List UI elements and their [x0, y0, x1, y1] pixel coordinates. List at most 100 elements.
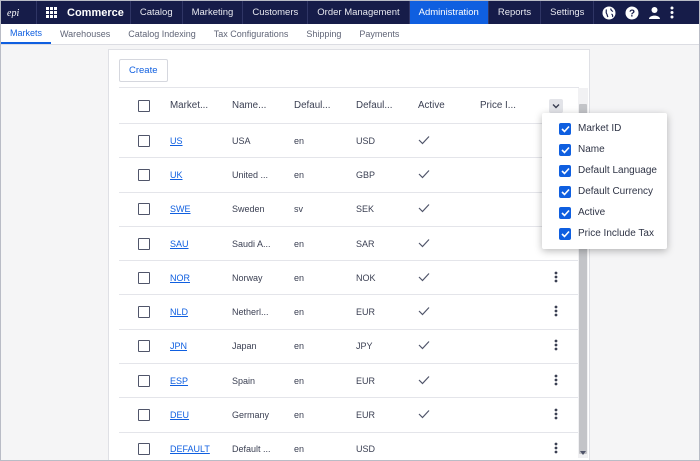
nav-item-settings[interactable]: Settings: [541, 1, 595, 24]
nav-item-administration[interactable]: Administration: [409, 1, 489, 24]
row-select-checkbox[interactable]: [138, 443, 150, 456]
tab-markets[interactable]: Markets: [1, 24, 52, 44]
column-chooser-option[interactable]: Active: [542, 202, 667, 223]
checkmark-icon: [418, 375, 430, 387]
tab-tax-configurations[interactable]: Tax Configurations: [205, 24, 298, 44]
help-icon[interactable]: ?: [625, 6, 639, 20]
nav-item-marketing[interactable]: Marketing: [183, 1, 244, 24]
default-currency-cell: USD: [356, 135, 376, 146]
nav-item-reports[interactable]: Reports: [489, 1, 542, 24]
price-include-tax-cell: [480, 193, 526, 226]
checkbox-checked-icon[interactable]: [559, 227, 571, 240]
checkmark-icon: [418, 238, 430, 250]
column-header-active[interactable]: Active: [418, 88, 468, 123]
default-currency-cell: USD: [356, 444, 376, 455]
row-select-checkbox[interactable]: [138, 306, 150, 319]
column-chooser-option[interactable]: Market ID: [542, 118, 667, 139]
nav-item-catalog[interactable]: Catalog: [131, 1, 183, 24]
price-include-tax-cell: [480, 398, 526, 431]
table-row[interactable]: US USA en USD: [119, 124, 579, 159]
checkbox-checked-icon[interactable]: [559, 206, 571, 219]
market-id-link[interactable]: UK: [170, 170, 183, 180]
market-id-link[interactable]: JPN: [170, 341, 187, 351]
column-chooser-option[interactable]: Price Include Tax: [542, 223, 667, 244]
column-header-price-include-tax[interactable]: Price I...: [480, 88, 526, 123]
row-actions-more-icon[interactable]: [554, 374, 558, 388]
svg-text:?: ?: [629, 8, 635, 19]
row-select-checkbox[interactable]: [138, 409, 150, 422]
table-row[interactable]: ESP Spain en EUR: [119, 364, 579, 399]
table-row[interactable]: JPN Japan en JPY: [119, 330, 579, 365]
user-icon[interactable]: [648, 6, 661, 19]
market-id-link[interactable]: DEFAULT: [170, 444, 210, 454]
tab-catalog-indexing[interactable]: Catalog Indexing: [119, 24, 205, 44]
table-row[interactable]: SWE Sweden sv SEK: [119, 193, 579, 227]
tab-payments[interactable]: Payments: [350, 24, 408, 44]
row-actions-more-icon[interactable]: [554, 305, 558, 319]
more-vertical-icon[interactable]: [670, 6, 674, 19]
price-include-tax-cell: [480, 364, 526, 397]
markets-grid: Market... Name... Defaul... Defaul... Ac…: [119, 87, 579, 460]
market-id-link[interactable]: ESP: [170, 376, 188, 386]
default-language-cell: en: [294, 341, 305, 352]
sub-navigation: Markets Warehouses Catalog Indexing Tax …: [1, 24, 699, 45]
column-header-market-id[interactable]: Market...: [170, 88, 216, 123]
active-cell: [418, 227, 468, 260]
row-select-checkbox[interactable]: [138, 271, 150, 284]
epi-logo-icon[interactable]: epi: [1, 1, 37, 24]
checkbox-checked-icon[interactable]: [559, 143, 571, 156]
select-all-checkbox[interactable]: [138, 99, 150, 112]
row-select-checkbox[interactable]: [138, 134, 150, 147]
default-currency-cell: NOK: [356, 272, 376, 283]
row-select-checkbox[interactable]: [138, 237, 150, 250]
checkbox-checked-icon[interactable]: [559, 122, 571, 135]
default-language-cell: en: [294, 169, 305, 180]
default-language-cell: en: [294, 238, 305, 249]
default-currency-cell: GBP: [356, 169, 376, 180]
market-id-link[interactable]: SAU: [170, 239, 189, 249]
row-actions-more-icon[interactable]: [554, 442, 558, 456]
active-cell: [418, 433, 468, 460]
market-id-link[interactable]: SWE: [170, 204, 191, 214]
market-id-link[interactable]: US: [170, 136, 183, 146]
active-cell: [418, 124, 468, 157]
row-select-checkbox[interactable]: [138, 374, 150, 387]
market-id-link[interactable]: DEU: [170, 410, 189, 420]
tab-warehouses[interactable]: Warehouses: [51, 24, 119, 44]
price-include-tax-cell: [480, 158, 526, 191]
table-row[interactable]: DEU Germany en EUR: [119, 398, 579, 433]
row-select-checkbox[interactable]: [138, 203, 150, 216]
table-row[interactable]: NLD Netherl... en EUR: [119, 295, 579, 330]
column-header-name[interactable]: Name...: [232, 88, 276, 123]
row-select-checkbox[interactable]: [138, 168, 150, 181]
tab-shipping[interactable]: Shipping: [297, 24, 350, 44]
column-header-default-language[interactable]: Defaul...: [294, 88, 338, 123]
scroll-down-arrow-icon[interactable]: [578, 448, 588, 458]
column-chooser-option[interactable]: Default Language: [542, 160, 667, 181]
column-chooser-option[interactable]: Default Currency: [542, 181, 667, 202]
table-row[interactable]: NOR Norway en NOK: [119, 261, 579, 296]
row-select-checkbox[interactable]: [138, 340, 150, 353]
table-row[interactable]: DEFAULT Default ... en USD: [119, 433, 579, 460]
row-actions-more-icon[interactable]: [554, 339, 558, 353]
globe-icon[interactable]: [602, 6, 616, 20]
price-include-tax-cell: [480, 330, 526, 363]
checkbox-checked-icon[interactable]: [559, 164, 571, 177]
app-switcher-icon[interactable]: [37, 1, 65, 24]
market-id-link[interactable]: NLD: [170, 307, 188, 317]
row-actions-more-icon[interactable]: [554, 408, 558, 422]
nav-item-customers[interactable]: Customers: [243, 1, 309, 24]
column-header-default-currency[interactable]: Defaul...: [356, 88, 400, 123]
market-id-link[interactable]: NOR: [170, 273, 190, 283]
row-actions-more-icon[interactable]: [554, 271, 558, 285]
nav-item-order-management[interactable]: Order Management: [308, 1, 410, 24]
column-chooser-chevron-down-icon[interactable]: [549, 98, 563, 113]
price-include-tax-cell: [480, 227, 526, 260]
create-button[interactable]: Create: [119, 59, 168, 82]
table-row[interactable]: SAU Saudi A... en SAR: [119, 227, 579, 262]
column-chooser-option[interactable]: Name: [542, 139, 667, 160]
table-row[interactable]: UK United ... en GBP: [119, 158, 579, 193]
checkbox-checked-icon[interactable]: [559, 185, 571, 198]
grid-header-row: Market... Name... Defaul... Defaul... Ac…: [119, 88, 579, 124]
brand-title[interactable]: Commerce: [65, 1, 131, 24]
